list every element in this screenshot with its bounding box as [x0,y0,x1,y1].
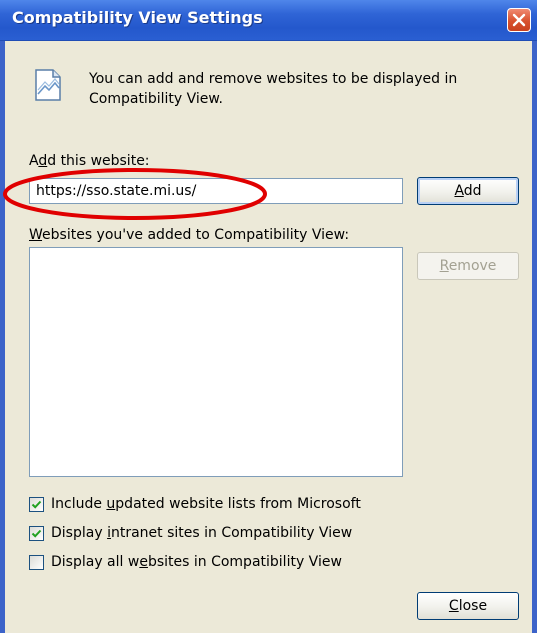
display-all-websites-label: Display all websites in Compatibility Vi… [51,554,342,570]
checkmark-icon [31,529,42,538]
dialog-body: You can add and remove websites to be di… [5,41,532,633]
dialog-window: Compatibility View Settings You can add … [0,0,537,633]
include-updated-lists-label: Include updated website lists from Micro… [51,496,361,512]
close-button[interactable]: Close [417,592,519,620]
websites-listbox[interactable] [29,247,403,477]
add-button[interactable]: Add [417,177,519,205]
close-window-button[interactable] [507,8,531,32]
include-updated-lists-checkbox[interactable] [29,497,44,512]
checkmark-icon [31,500,42,509]
display-intranet-label: Display intranet sites in Compatibility … [51,525,353,541]
add-website-input[interactable] [29,178,403,204]
compatibility-view-icon [35,69,61,101]
websites-list-label: Websites you've added to Compatibility V… [29,227,350,243]
title-bar[interactable]: Compatibility View Settings [0,0,537,41]
info-text: You can add and remove websites to be di… [89,71,458,107]
remove-button[interactable]: Remove [417,252,519,280]
window-title: Compatibility View Settings [12,8,263,27]
display-all-websites-checkbox[interactable] [29,555,44,570]
add-website-label: Add this website: [29,153,150,169]
display-intranet-checkbox[interactable] [29,526,44,541]
close-icon [512,13,526,27]
